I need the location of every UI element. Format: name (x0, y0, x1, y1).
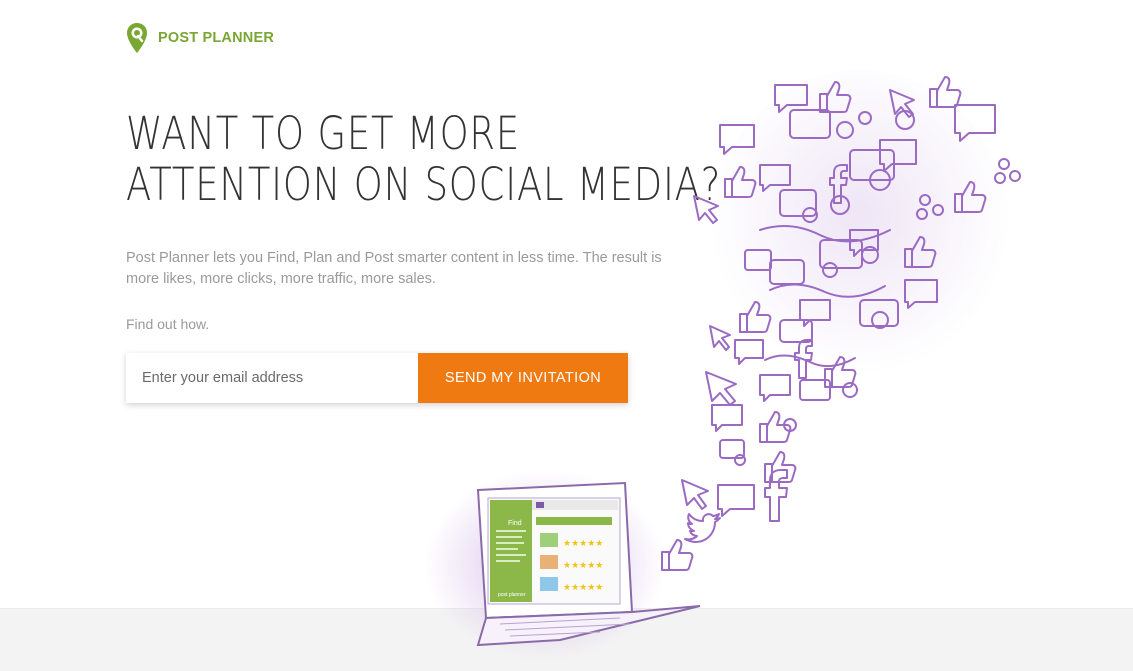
laptop-brand-label: post planner (498, 592, 526, 598)
speech-bubble-icon (759, 374, 791, 402)
speech-bubble-icon (711, 404, 743, 432)
cursor-arrow-icon (705, 371, 737, 406)
thumbs-up-icon (759, 411, 792, 443)
headline-line-2: ATTENTION ON SOCIAL MEDIA? (126, 158, 722, 211)
thumbs-up-icon (819, 81, 852, 113)
thumbs-up-icon (954, 181, 987, 213)
thumbs-up-icon (764, 451, 797, 483)
speech-bubble-icon (717, 484, 755, 517)
signup-form: SEND MY INVITATION (126, 353, 628, 403)
speech-bubble-icon (849, 229, 879, 257)
thumbs-up-icon (824, 356, 857, 388)
speech-bubble-icon (774, 84, 808, 113)
footer-band (0, 608, 1133, 671)
cursor-arrow-icon (889, 89, 915, 118)
send-invitation-button[interactable]: SEND MY INVITATION (418, 353, 628, 403)
thumbs-up-icon (739, 301, 772, 333)
facebook-f-icon (829, 164, 848, 204)
headline-line-1: WANT TO GET MORE (126, 107, 521, 160)
thumbs-up-icon (904, 236, 937, 268)
speech-bubble-icon (904, 279, 938, 309)
svg-text:★★★★★: ★★★★★ (563, 583, 603, 593)
speech-bubble-icon (719, 124, 755, 155)
svg-text:★★★★★: ★★★★★ (563, 561, 603, 571)
facebook-f-icon (794, 339, 813, 379)
email-field[interactable] (126, 353, 418, 403)
svg-text:★★★★★: ★★★★★ (563, 539, 603, 549)
social-media-illustration: Find ★★★★★ ★★★★★ ★★★★★ post planner (425, 70, 1021, 660)
speech-bubble-icon (879, 139, 917, 172)
cursor-arrow-icon (709, 325, 731, 351)
brand-logo[interactable]: POST PLANNER (126, 22, 274, 54)
facebook-f-icon (764, 469, 788, 522)
share-icon (994, 158, 1021, 184)
cta-text: Find out how. (126, 316, 210, 332)
thumbs-up-icon (661, 539, 694, 571)
share-icon (916, 194, 944, 220)
brand-name: POST PLANNER (158, 30, 274, 46)
thumbs-up-icon (724, 166, 757, 198)
speech-bubble-icon (734, 339, 764, 365)
laptop-sidebar-label: Find (508, 520, 522, 527)
twitter-bird-icon (684, 513, 721, 543)
cursor-arrow-icon (681, 479, 709, 510)
page-title: WANT TO GET MORE ATTENTION ON SOCIAL MED… (126, 108, 721, 210)
speech-bubble-icon (759, 164, 791, 192)
hero-description: Post Planner lets you Find, Plan and Pos… (126, 250, 662, 287)
speech-bubble-icon (799, 299, 831, 327)
thumbs-up-icon (929, 76, 962, 108)
post-planner-logo-icon (127, 23, 147, 53)
speech-bubble-icon (954, 104, 996, 142)
